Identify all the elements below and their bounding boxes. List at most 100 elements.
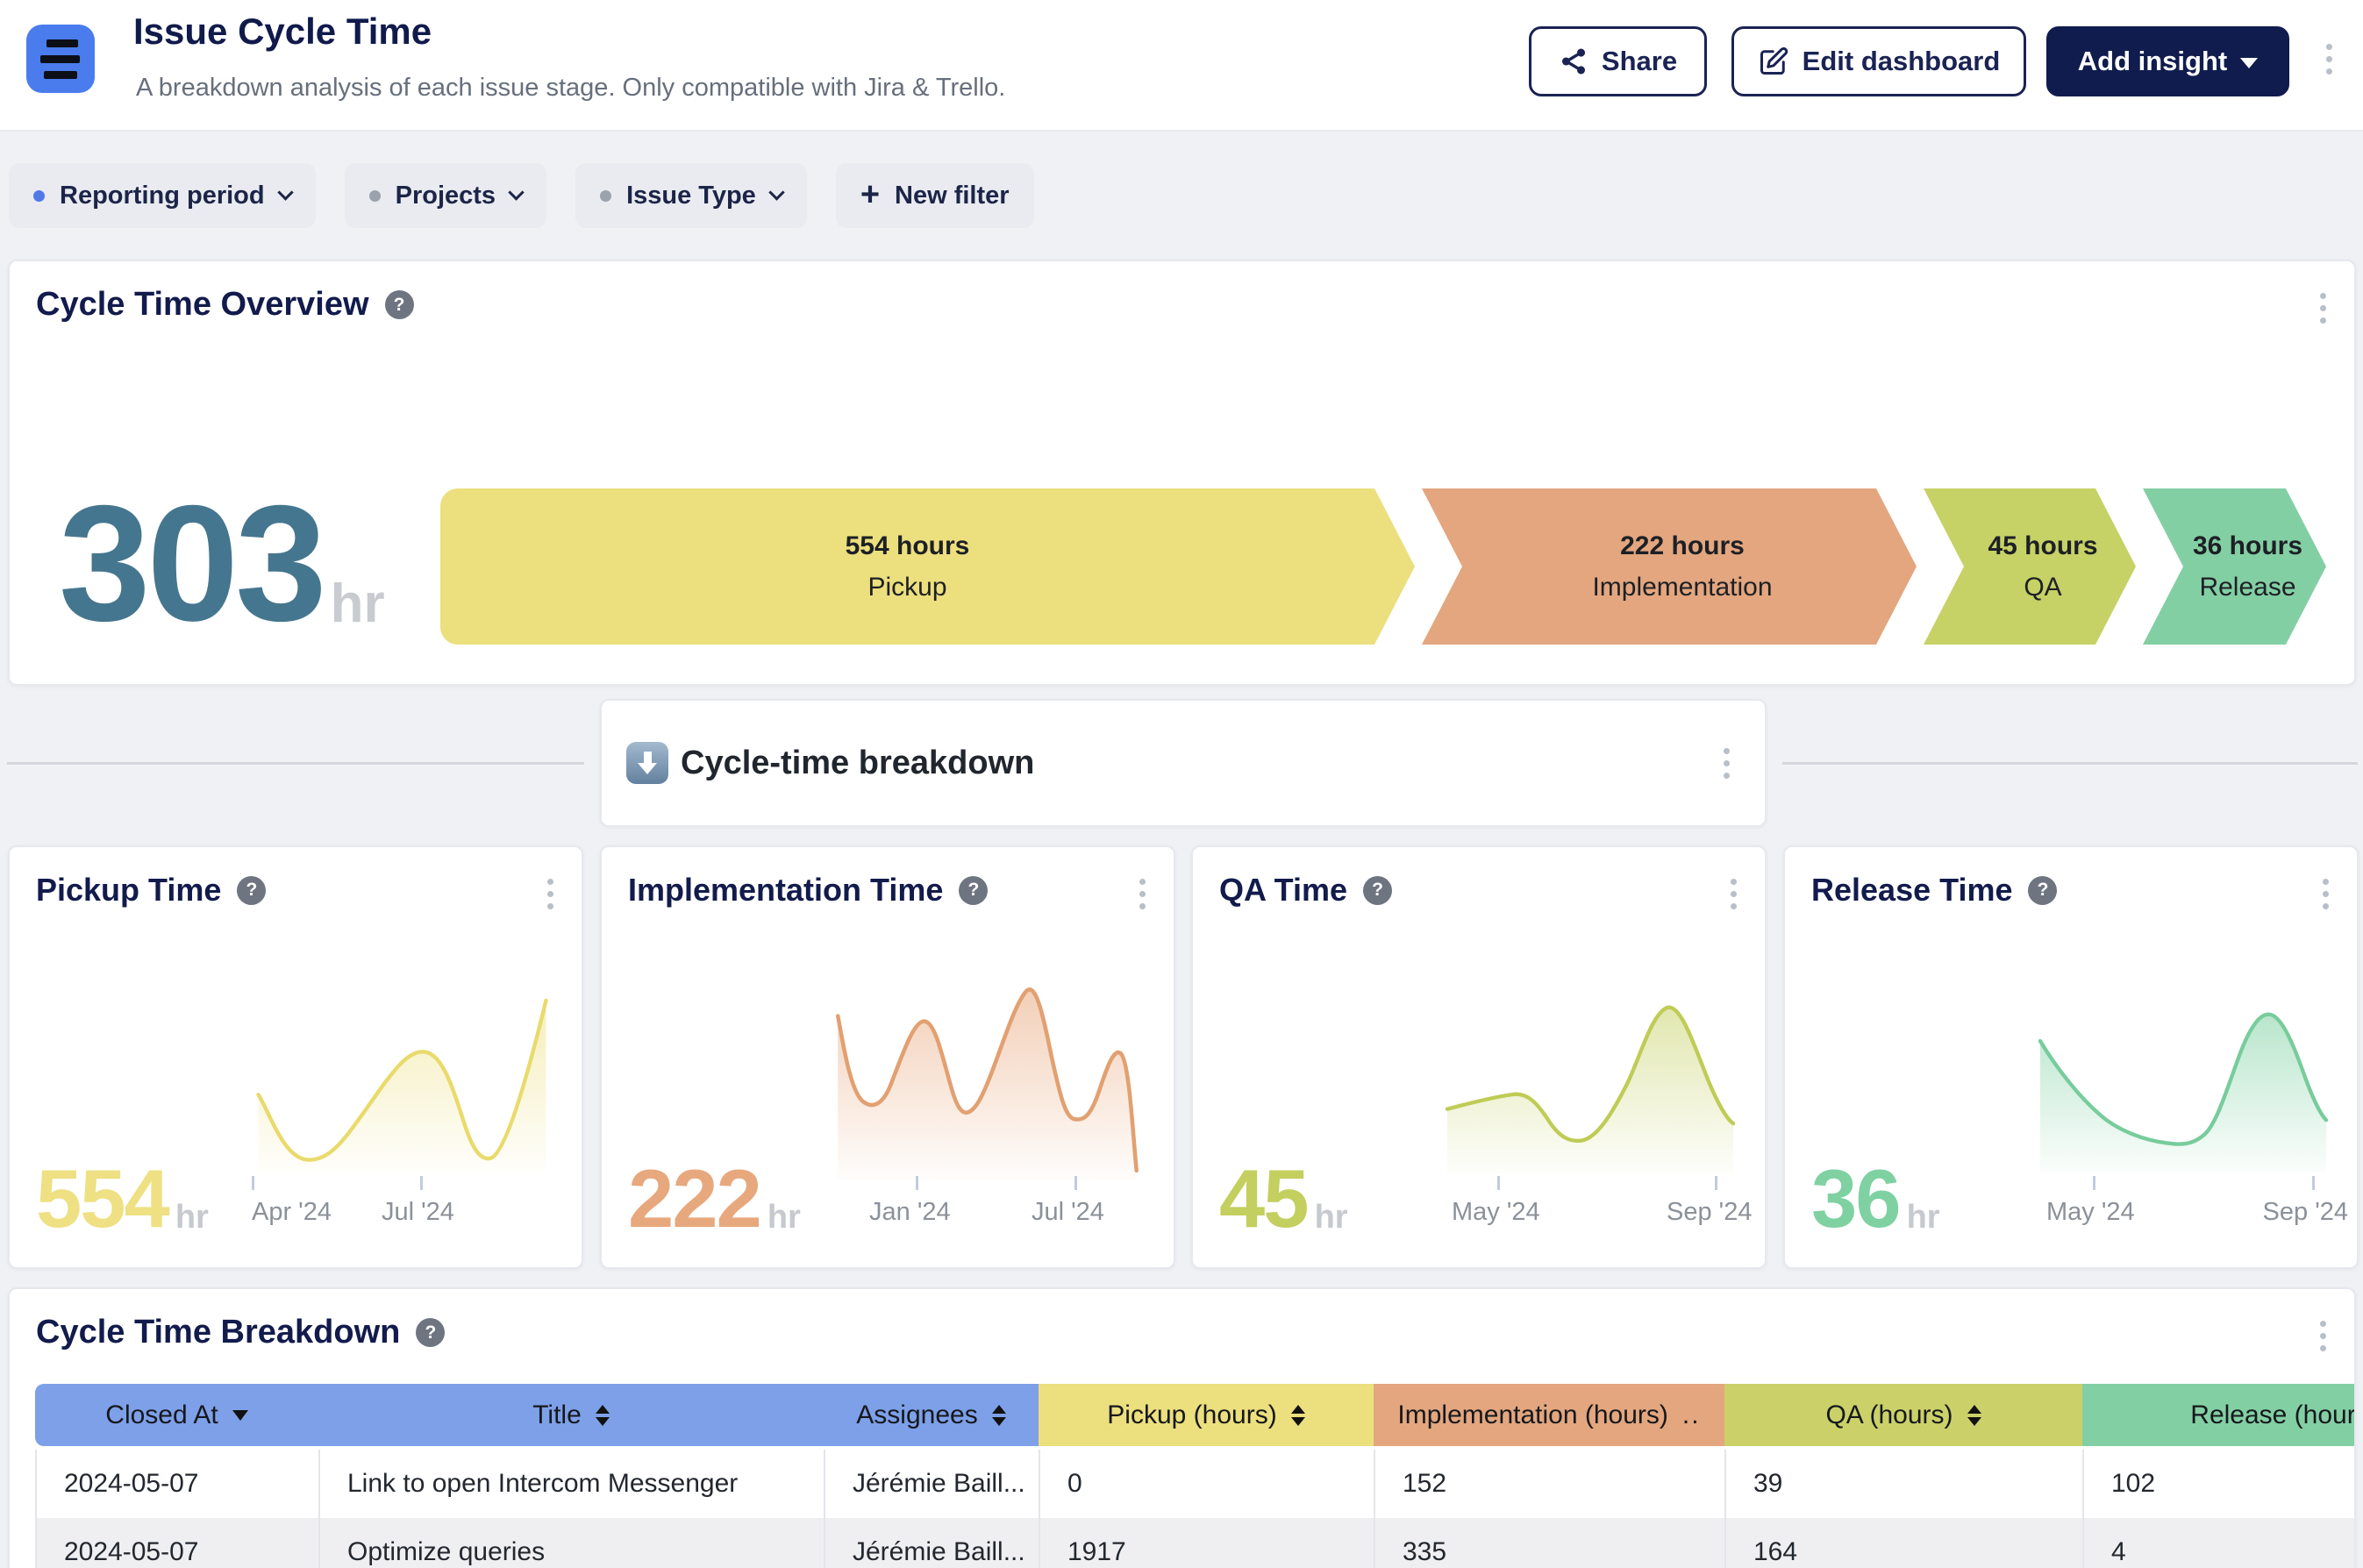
divider-line xyxy=(7,762,584,765)
column-header-pickup[interactable]: Pickup (hours) xyxy=(1039,1384,1374,1446)
edit-icon xyxy=(1758,46,1789,77)
help-icon[interactable]: ? xyxy=(2028,876,2057,905)
cell-qa: 39 xyxy=(1724,1450,2082,1518)
help-icon[interactable]: ? xyxy=(237,876,266,905)
cell-release: 102 xyxy=(2082,1450,2356,1518)
funnel-stage-pickup: 554 hours Pickup xyxy=(440,488,1374,645)
axis-label: Sep '24 xyxy=(2263,1198,2348,1227)
axis-label: Apr '24 xyxy=(252,1198,332,1227)
cell-closed-at: 2024-05-07 xyxy=(35,1450,318,1518)
page-subtitle: A breakdown analysis of each issue stage… xyxy=(136,74,1005,103)
add-insight-button-label: Add insight xyxy=(2078,46,2227,77)
help-icon[interactable]: ? xyxy=(385,290,414,319)
total-cycle-time: 303 hr xyxy=(59,481,385,645)
kebab-menu-icon[interactable] xyxy=(1720,745,1733,782)
divider-line xyxy=(1782,762,2358,765)
column-header-qa[interactable]: QA (hours) xyxy=(1724,1384,2082,1446)
cell-title: Link to open Intercom Messenger xyxy=(318,1450,824,1518)
help-icon[interactable]: ? xyxy=(959,876,988,905)
column-header-release[interactable]: Release (hours) xyxy=(2082,1384,2356,1446)
column-header-implementation[interactable]: Implementation (hours) .. xyxy=(1374,1384,1724,1446)
chevron-down-icon xyxy=(508,184,524,200)
column-header-assignees[interactable]: Assignees xyxy=(824,1384,1039,1446)
stage-hours: 554 hours xyxy=(846,531,970,561)
funnel-stage-implementation: 222 hours Implementation xyxy=(1422,488,1917,645)
release-sparkline xyxy=(2038,994,2328,1173)
stat-value: 554 hr xyxy=(36,1166,209,1230)
edit-dashboard-button[interactable]: Edit dashboard xyxy=(1731,26,2026,96)
share-button[interactable]: Share xyxy=(1529,26,1707,96)
stat-value: 45 hr xyxy=(1219,1166,1348,1230)
filter-bar: Reporting period Projects Issue Type + N… xyxy=(9,163,1034,228)
axis-tick xyxy=(1497,1176,1500,1190)
stat-unit: hr xyxy=(175,1204,209,1230)
kebab-menu-icon[interactable] xyxy=(1136,875,1149,913)
axis-label: May '24 xyxy=(2046,1198,2135,1227)
banner-title: Cycle-time breakdown xyxy=(681,745,1034,782)
cell-closed-at: 2024-05-07 xyxy=(35,1518,318,1568)
release-time-card: Release Time ? May '24 Sep '24 36 hr xyxy=(1783,845,2359,1269)
down-arrow-emoji-icon xyxy=(626,742,668,784)
implementation-sparkline xyxy=(836,982,1139,1180)
sort-icon xyxy=(992,1405,1006,1426)
cell-assignees: Jérémie Baill... xyxy=(824,1518,1039,1568)
stat-number: 45 xyxy=(1219,1166,1308,1230)
implementation-time-card: Implementation Time ? Jan '24 Jul '24 22… xyxy=(600,845,1175,1269)
stage-label: Release xyxy=(2199,573,2295,602)
kebab-menu-icon[interactable] xyxy=(544,875,557,913)
axis-label: Jul '24 xyxy=(1032,1198,1104,1227)
stage-hours: 222 hours xyxy=(1620,531,1745,561)
filter-reporting-period[interactable]: Reporting period xyxy=(9,163,316,228)
sort-icon xyxy=(596,1405,610,1426)
stage-label: Implementation xyxy=(1592,573,1772,602)
axis-tick xyxy=(420,1176,423,1190)
new-filter-label: New filter xyxy=(895,182,1010,210)
kebab-menu-icon[interactable] xyxy=(1727,875,1740,913)
card-title: Cycle Time Overview xyxy=(36,286,369,324)
filter-dot-icon xyxy=(369,190,381,202)
cell-assignees: Jérémie Baill... xyxy=(824,1450,1039,1518)
kebab-menu-icon[interactable] xyxy=(2319,875,2332,913)
kebab-menu-icon[interactable] xyxy=(2317,1317,2330,1355)
stat-value: 36 hr xyxy=(1811,1166,1940,1230)
qa-time-card: QA Time ? May '24 Sep '24 45 hr xyxy=(1191,845,1767,1269)
help-icon[interactable]: ? xyxy=(416,1318,445,1347)
column-header-closed-at[interactable]: Closed At xyxy=(35,1384,318,1446)
funnel-stage-qa: 45 hours QA xyxy=(1924,488,2136,645)
filter-label: Issue Type xyxy=(626,182,756,210)
filter-label: Projects xyxy=(396,182,496,210)
menu-button[interactable] xyxy=(26,25,95,93)
stage-label: Pickup xyxy=(867,573,946,602)
filter-label: Reporting period xyxy=(60,182,265,210)
table-body: 2024-05-07 Link to open Intercom Messeng… xyxy=(35,1450,2356,1568)
cell-pickup: 0 xyxy=(1039,1450,1374,1518)
stage-hours: 45 hours xyxy=(1988,531,2097,561)
filter-issue-type[interactable]: Issue Type xyxy=(575,163,807,228)
axis-tick xyxy=(2093,1176,2095,1190)
help-icon[interactable]: ? xyxy=(1363,876,1392,905)
cell-release: 4 xyxy=(2082,1518,2356,1568)
pickup-sparkline xyxy=(251,994,553,1173)
page-title: Issue Cycle Time xyxy=(133,11,432,53)
filter-projects[interactable]: Projects xyxy=(345,163,546,228)
column-header-title[interactable]: Title xyxy=(318,1384,824,1446)
filter-dot-icon xyxy=(600,190,611,202)
add-insight-button[interactable]: Add insight xyxy=(2046,26,2289,96)
stat-number: 222 xyxy=(628,1166,760,1230)
stat-unit: hr xyxy=(1315,1204,1348,1230)
stat-number: 36 xyxy=(1811,1166,1900,1230)
cycle-time-breakdown-card: Cycle Time Breakdown ? Closed At Title A… xyxy=(8,1287,2356,1568)
axis-label: Sep '24 xyxy=(1667,1198,1752,1227)
axis-tick xyxy=(2312,1176,2315,1190)
card-title: QA Time xyxy=(1219,872,1347,909)
stage-label: QA xyxy=(2024,573,2061,602)
page-kebab-menu-icon[interactable] xyxy=(2323,40,2336,78)
table-header: Closed At Title Assignees Pickup (hours)… xyxy=(35,1384,2356,1446)
total-unit: hr xyxy=(331,577,385,631)
pickup-time-card: Pickup Time ? Apr '24 Jul '24 554 hr xyxy=(8,845,583,1269)
new-filter-button[interactable]: + New filter xyxy=(836,163,1034,228)
stat-unit: hr xyxy=(1907,1204,1940,1230)
share-icon xyxy=(1559,46,1588,76)
kebab-menu-icon[interactable] xyxy=(2317,289,2330,327)
card-title: Implementation Time xyxy=(628,872,943,909)
